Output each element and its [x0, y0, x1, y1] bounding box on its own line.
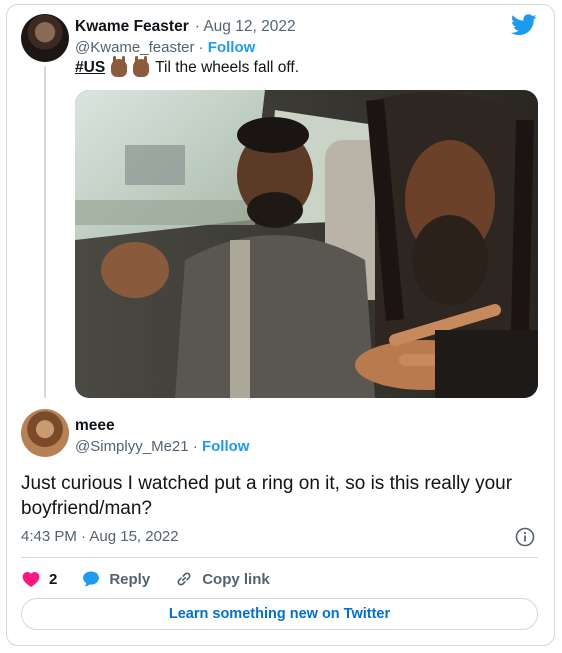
follow-separator: · [192, 438, 198, 455]
follow-button[interactable]: Follow [208, 39, 256, 56]
avatar[interactable] [21, 14, 69, 62]
reply-handle-row: @Simplyy_Me21 · Follow [75, 438, 249, 455]
reply-text: Just curious I watched put a ring on it,… [21, 473, 513, 519]
action-bar: 2 Reply Copy link [21, 568, 294, 590]
horns-hand-emoji-icon [111, 56, 128, 77]
copy-link-button[interactable]: Copy link [174, 569, 270, 589]
learn-more-button[interactable]: Learn something new on Twitter [21, 598, 538, 630]
twitter-bird-icon[interactable] [511, 14, 537, 36]
follow-separator: · [198, 39, 204, 56]
reply-author-name[interactable]: meee [75, 417, 115, 435]
heart-icon [22, 572, 40, 587]
author-handle[interactable]: @Kwame_feaster [75, 39, 194, 56]
tweet-date[interactable]: · Aug 12, 2022 [195, 18, 296, 36]
reply-button[interactable]: Reply [81, 569, 150, 589]
reply-header: meee [75, 417, 115, 435]
hashtag-link[interactable]: #US [75, 59, 105, 77]
horns-hand-emoji-icon [133, 56, 150, 77]
speech-bubble-icon [83, 571, 100, 587]
tweet-text: #US Til the wheels fall off. [75, 56, 300, 77]
photo-of-two-men-in-car-icon [75, 90, 538, 398]
tweet-photo[interactable] [75, 90, 538, 398]
follow-button[interactable]: Follow [202, 438, 250, 455]
link-icon [177, 572, 191, 586]
info-icon[interactable] [515, 527, 535, 547]
author-name[interactable]: Kwame Feaster [75, 18, 189, 36]
like-button[interactable]: 2 [21, 569, 57, 589]
tweet-body-text: Til the wheels fall off. [155, 59, 300, 76]
reply-label: Reply [109, 570, 151, 588]
divider [21, 557, 538, 558]
thread-connector-line [44, 66, 46, 398]
reply-timestamp[interactable]: 4:43 PM · Aug 15, 2022 [21, 528, 179, 545]
like-count: 2 [49, 570, 58, 588]
copy-link-label: Copy link [202, 570, 270, 588]
tweet-header: Kwame Feaster · Aug 12, 2022 [75, 18, 296, 36]
reply-author-handle[interactable]: @Simplyy_Me21 [75, 438, 189, 455]
author-handle-row: @Kwame_feaster · Follow [75, 39, 255, 56]
avatar[interactable] [21, 409, 69, 457]
